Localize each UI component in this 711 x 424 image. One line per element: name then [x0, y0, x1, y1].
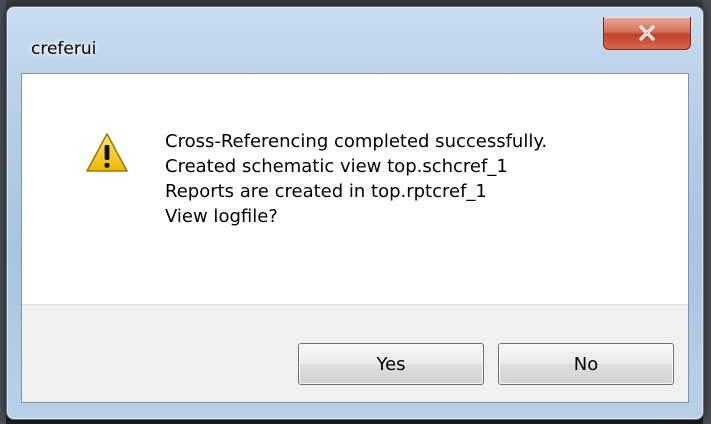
background-strip — [703, 0, 711, 424]
yes-button[interactable]: Yes — [298, 343, 484, 385]
dialog-content: Cross-Referencing completed successfully… — [21, 73, 689, 403]
no-button[interactable]: No — [498, 343, 674, 385]
message-line: Reports are created in top.rptcref_1 — [165, 181, 487, 202]
button-bar: Yes No — [22, 304, 688, 402]
close-button[interactable] — [603, 17, 691, 50]
message-text: Cross-Referencing completed successfully… — [165, 129, 547, 229]
message-line: Created schematic view top.schcref_1 — [165, 156, 508, 177]
message-area: Cross-Referencing completed successfully… — [22, 74, 688, 304]
window-title: creferui — [31, 39, 97, 59]
close-icon — [638, 25, 656, 41]
message-line: Cross-Referencing completed successfully… — [165, 131, 548, 152]
title-bar[interactable]: creferui — [7, 7, 703, 75]
message-dialog: creferui Cross-Referencing completed suc… — [6, 6, 704, 420]
warning-icon — [85, 132, 129, 174]
message-line: View logfile? — [165, 206, 278, 227]
